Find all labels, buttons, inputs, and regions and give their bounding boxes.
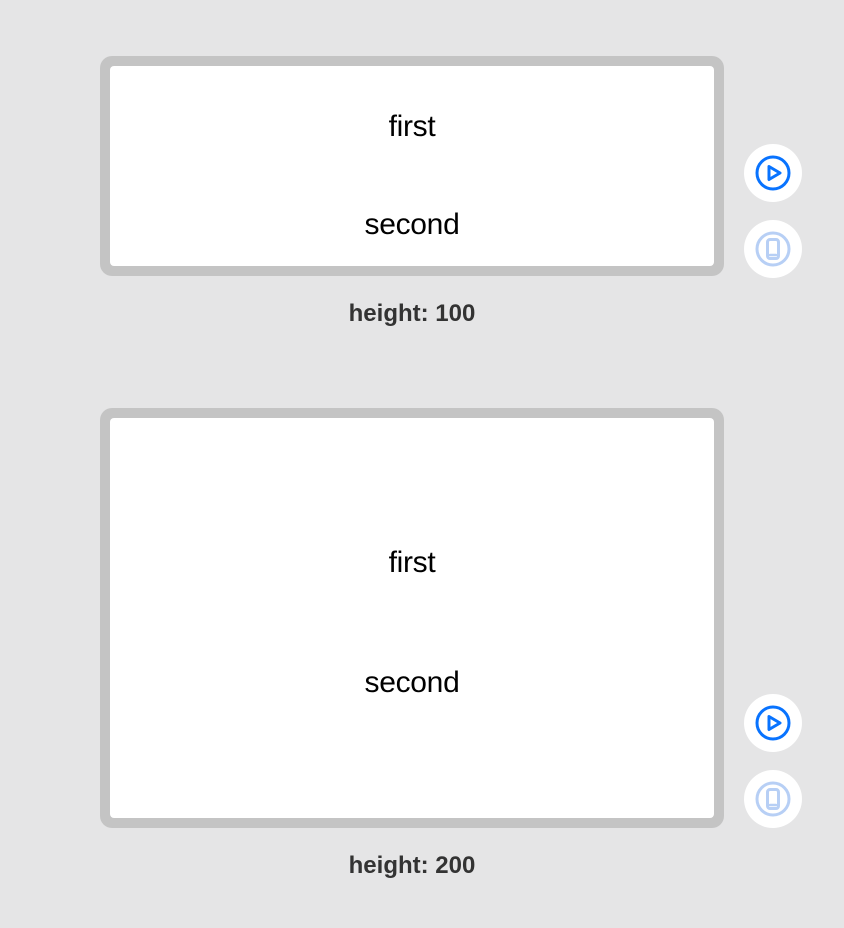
preview-caption: height: 100: [100, 300, 724, 328]
preview-text-first: first: [389, 546, 436, 580]
preview-text-second: second: [365, 208, 460, 242]
play-icon: [753, 703, 793, 743]
device-preview-button[interactable]: [744, 220, 802, 278]
preview-text-first: first: [389, 110, 436, 144]
play-icon: [753, 153, 793, 193]
preview-caption: height: 200: [100, 852, 724, 880]
preview-frame: first second: [100, 56, 724, 276]
play-button[interactable]: [744, 694, 802, 752]
preview-canvas: first second: [110, 418, 714, 818]
device-preview-button[interactable]: [744, 770, 802, 828]
preview-toolbar: [744, 144, 802, 278]
preview-text-second: second: [365, 666, 460, 700]
page-root: first second height: 100: [0, 0, 844, 880]
preview-block-1: first second height: 100: [100, 56, 744, 328]
device-icon: [753, 229, 793, 269]
preview-toolbar: [744, 694, 802, 828]
preview-canvas: first second: [110, 66, 714, 266]
play-button[interactable]: [744, 144, 802, 202]
preview-block-2: first second height: 200: [100, 408, 744, 880]
preview-frame: first second: [100, 408, 724, 828]
device-icon: [753, 779, 793, 819]
